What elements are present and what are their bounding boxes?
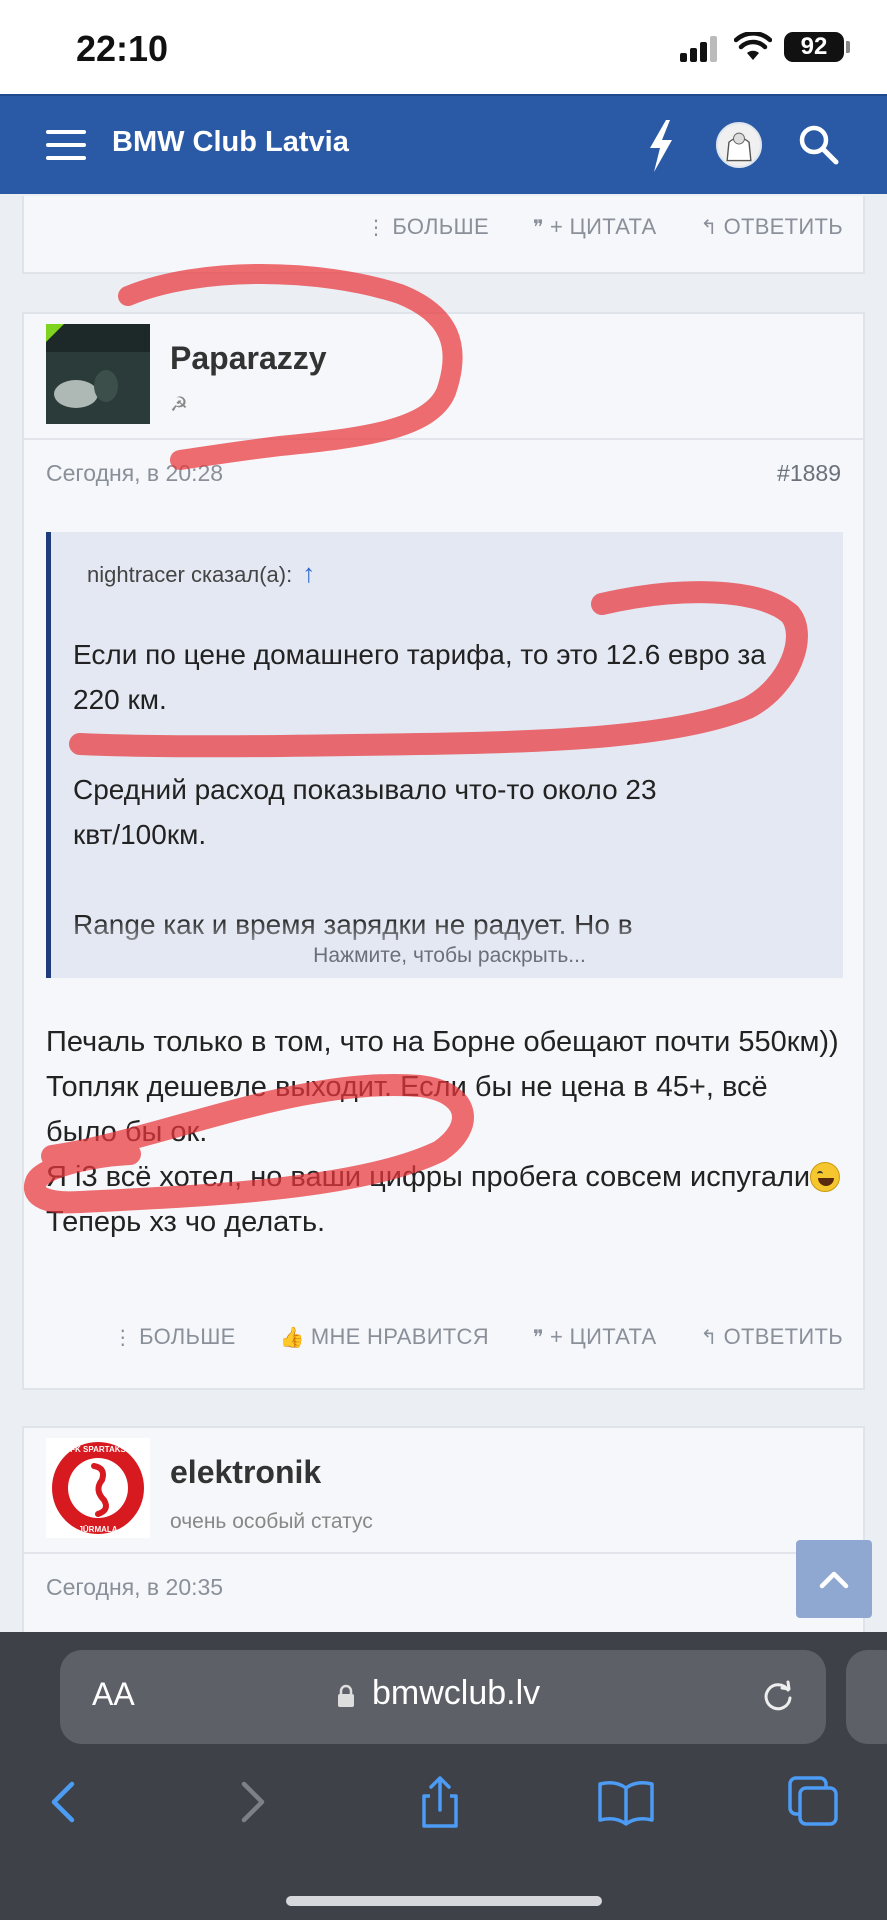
lock-icon [338, 1684, 354, 1707]
previous-post-card: ⋮ БОЛЬШЕ ❞ + ЦИТАТА ↰ ОТВЕТИТЬ [22, 196, 865, 274]
reader-settings-button[interactable]: AA [92, 1676, 135, 1713]
share-icon[interactable] [410, 1772, 470, 1832]
expand-quote-link[interactable]: Нажмите, чтобы раскрыть... [51, 944, 843, 968]
user-avatar[interactable] [716, 122, 762, 168]
quote-paragraph: Если по цене домашнего тарифа, то это 12… [73, 639, 766, 715]
laughing-emoji-icon [810, 1162, 841, 1192]
post-author-name[interactable]: Paparazzy [170, 340, 327, 377]
quote-button[interactable]: ❞ + ЦИТАТА [533, 214, 657, 240]
forward-icon[interactable] [222, 1772, 282, 1832]
address-bar[interactable]: AA bmwclub.lv [60, 1650, 826, 1744]
more-button[interactable]: ⋮ БОЛЬШЕ [113, 1324, 236, 1350]
menu-icon[interactable] [46, 130, 86, 160]
more-icon: ⋮ [112, 1326, 134, 1349]
quote-attribution: nightracer сказал(а): ↑ [87, 558, 316, 588]
club-logo-text: FK SPARTAKS [70, 1445, 126, 1454]
post-author-title: ☭ [170, 394, 188, 416]
post-text-line: Печаль только в том, что на Борне обещаю… [46, 1026, 839, 1058]
status-time: 22:10 [76, 28, 169, 69]
next-post-author-title: очень особый статус [170, 1510, 373, 1533]
browser-toolbar [0, 1772, 887, 1852]
post-date[interactable]: Сегодня, в 20:28 [46, 460, 223, 487]
post-card: Paparazzy ☭ Сегодня, в 20:28 #1889 night… [22, 312, 865, 1390]
app-header: BMW Club Latvia [0, 94, 887, 194]
next-post-header: FK SPARTAKS JŪRMALA elektronik очень осо… [24, 1428, 863, 1554]
wifi-icon [734, 32, 772, 60]
reply-icon: ↰ [700, 1326, 718, 1349]
next-tab-preview[interactable] [846, 1650, 887, 1744]
reply-button[interactable]: ↰ ОТВЕТИТЬ [701, 214, 844, 240]
post-number[interactable]: #1889 [777, 460, 841, 487]
reply-icon: ↰ [700, 216, 718, 239]
quote-button[interactable]: ❞ + ЦИТАТА [533, 1324, 657, 1350]
post-text-line: Топляк дешевле выходит. Если бы не цена … [46, 1071, 768, 1148]
battery-icon: 92 [784, 32, 850, 62]
post-header: Paparazzy ☭ [24, 314, 863, 440]
back-icon[interactable] [34, 1772, 94, 1832]
next-post-author-name[interactable]: elektronik [170, 1454, 321, 1491]
bookmarks-icon[interactable] [596, 1772, 656, 1832]
next-post-author-avatar[interactable]: FK SPARTAKS JŪRMALA [46, 1438, 150, 1538]
lightning-icon[interactable] [644, 118, 678, 174]
reply-button[interactable]: ↰ ОТВЕТИТЬ [701, 1324, 844, 1350]
quote-icon: ❞ [532, 1326, 544, 1349]
jump-to-quote-icon[interactable]: ↑ [302, 558, 315, 588]
chevron-up-icon [819, 1571, 849, 1589]
status-bar: 22:10 92 [0, 0, 887, 94]
thread-content: ⋮ БОЛЬШЕ ❞ + ЦИТАТА ↰ ОТВЕТИТЬ Paparazzy ☭ … [0, 196, 887, 1632]
next-post-date[interactable]: Сегодня, в 20:35 [46, 1574, 223, 1601]
quote-icon: ❞ [532, 216, 544, 239]
home-indicator [286, 1896, 602, 1906]
thumbs-up-icon: 👍 [279, 1326, 305, 1349]
search-icon[interactable] [796, 122, 840, 166]
tabs-icon[interactable] [784, 1772, 844, 1832]
more-button[interactable]: ⋮ БОЛЬШЕ [366, 214, 489, 240]
club-logo-text: JŪRMALA [78, 1525, 117, 1534]
browser-bar: AA bmwclub.lv [0, 1632, 887, 1920]
post-author-avatar[interactable] [46, 324, 150, 424]
next-post-card: FK SPARTAKS JŪRMALA elektronik очень осо… [22, 1426, 865, 1632]
previous-post-actions: ⋮ БОЛЬШЕ ❞ + ЦИТАТА ↰ ОТВЕТИТЬ [322, 214, 843, 240]
more-icon: ⋮ [366, 216, 387, 239]
reload-icon[interactable] [760, 1678, 796, 1714]
post-body: Печаль только в том, что на Борне обещаю… [46, 1020, 846, 1245]
post-text-line: Я i3 всё хотел, но ваши цифры пробега со… [46, 1155, 846, 1245]
url-text[interactable]: bmwclub.lv [372, 1674, 540, 1713]
quote-paragraph: Средний расход показывало что-то около 2… [73, 774, 657, 850]
like-button[interactable]: 👍 МНЕ НРАВИТСЯ [280, 1324, 489, 1350]
scroll-to-top-button[interactable] [796, 1540, 872, 1618]
cellular-signal-icon [680, 36, 720, 62]
post-actions: ⋮ БОЛЬШЕ 👍 МНЕ НРАВИТСЯ ❞ + ЦИТАТА ↰ ОТВЕТИТ… [69, 1324, 843, 1350]
site-title[interactable]: BMW Club Latvia [112, 126, 349, 159]
quote-block[interactable]: nightracer сказал(а): ↑ Если по цене дома… [46, 532, 843, 978]
